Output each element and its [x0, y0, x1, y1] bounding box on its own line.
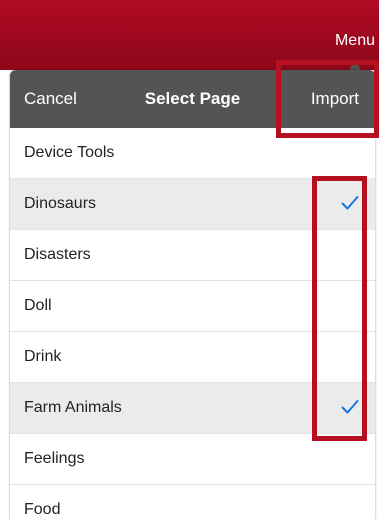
list-item-label: Device Tools — [24, 144, 115, 161]
list-item[interactable]: Doll — [10, 281, 375, 332]
list-item[interactable]: Farm Animals — [10, 383, 375, 434]
popover-nav-bar: Cancel Select Page Import — [10, 70, 375, 128]
caret-up-icon — [349, 60, 361, 70]
list-item-label: Farm Animals — [24, 399, 122, 416]
menu-button[interactable]: Menu — [335, 32, 375, 50]
list-item[interactable]: Feelings — [10, 434, 375, 485]
list-item-label: Doll — [24, 297, 52, 314]
list-item[interactable]: Device Tools — [10, 128, 375, 179]
list-item[interactable]: Food — [10, 485, 375, 520]
list-item-label: Drink — [24, 348, 62, 365]
list-item-label: Dinosaurs — [24, 195, 97, 212]
select-page-popover: Cancel Select Page Import Device Tools Di… — [10, 70, 375, 520]
checkmark-icon — [341, 196, 359, 210]
checkmark-icon — [341, 400, 359, 414]
list-item[interactable]: Disasters — [10, 230, 375, 281]
import-button[interactable]: Import — [311, 89, 359, 109]
list-item[interactable]: Dinosaurs — [10, 179, 375, 230]
page-list: Device Tools Dinosaurs Disasters Doll Drink F… — [10, 128, 375, 520]
list-item-label: Disasters — [24, 246, 91, 263]
list-item-label: Food — [24, 501, 61, 518]
list-item[interactable]: Drink — [10, 332, 375, 383]
list-item-label: Feelings — [24, 450, 85, 467]
app-bar: Menu — [0, 0, 379, 70]
